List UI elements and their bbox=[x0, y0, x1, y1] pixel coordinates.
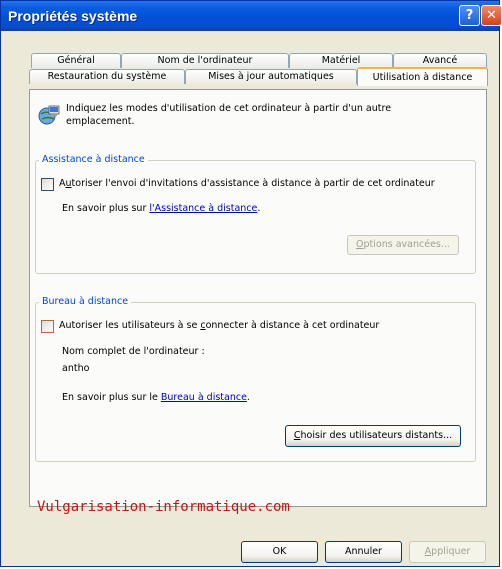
assistance-learn-more: En savoir plus sur l'Assistance à distan… bbox=[62, 203, 261, 214]
close-button[interactable]: ✕ bbox=[481, 5, 502, 26]
help-button[interactable]: ? bbox=[459, 5, 480, 26]
intro-text: Indiquez les modes d'utilisation de cet … bbox=[66, 103, 392, 127]
title-bar[interactable]: Propriétés système ? ✕ bbox=[1, 1, 502, 31]
advanced-options-button[interactable]: Options avancées... bbox=[347, 235, 459, 255]
system-properties-window: Propriétés système ? ✕ Général Nom de l'… bbox=[0, 0, 502, 567]
ok-button[interactable]: OK bbox=[241, 541, 318, 563]
tab-computer-name[interactable]: Nom de l'ordinateur bbox=[121, 53, 289, 68]
watermark-text: Vulgarisation-informatique.com bbox=[37, 499, 290, 515]
remote-desktop-checkbox-label[interactable]: Autoriser les utilisateurs à se connecte… bbox=[59, 320, 379, 331]
computer-name-value: antho bbox=[62, 363, 90, 374]
tab-advanced[interactable]: Avancé bbox=[393, 53, 487, 68]
tab-system-restore[interactable]: Restauration du système bbox=[29, 69, 185, 84]
remote-desktop-legend: Bureau à distance bbox=[39, 296, 132, 307]
assistance-legend: Assistance à distance bbox=[39, 154, 148, 165]
assistance-learn-more-link[interactable]: l'Assistance à distance bbox=[149, 203, 257, 214]
computer-name-label: Nom complet de l'ordinateur : bbox=[62, 346, 205, 357]
close-icon: ✕ bbox=[486, 8, 497, 23]
remote-computer-icon bbox=[38, 105, 60, 125]
window-title: Propriétés système bbox=[8, 8, 138, 24]
assistance-checkbox-label[interactable]: Autoriser l'envoi d'invitations d'assist… bbox=[59, 178, 435, 189]
remote-desktop-checkbox[interactable] bbox=[41, 320, 54, 333]
choose-remote-users-button[interactable]: Choisir des utilisateurs distants... bbox=[285, 425, 461, 447]
assistance-checkbox[interactable] bbox=[41, 178, 54, 191]
tab-hardware[interactable]: Matériel bbox=[289, 53, 393, 68]
remote-desktop-learn-more: En savoir plus sur le Bureau à distance. bbox=[62, 392, 250, 403]
tab-automatic-updates[interactable]: Mises à jour automatiques bbox=[185, 69, 357, 84]
tab-remote[interactable]: Utilisation à distance bbox=[357, 67, 488, 86]
apply-button[interactable]: Appliquer bbox=[409, 541, 486, 563]
tab-general[interactable]: Général bbox=[31, 53, 121, 68]
cancel-button[interactable]: Annuler bbox=[325, 541, 402, 563]
remote-desktop-learn-more-link[interactable]: Bureau à distance bbox=[161, 392, 247, 403]
